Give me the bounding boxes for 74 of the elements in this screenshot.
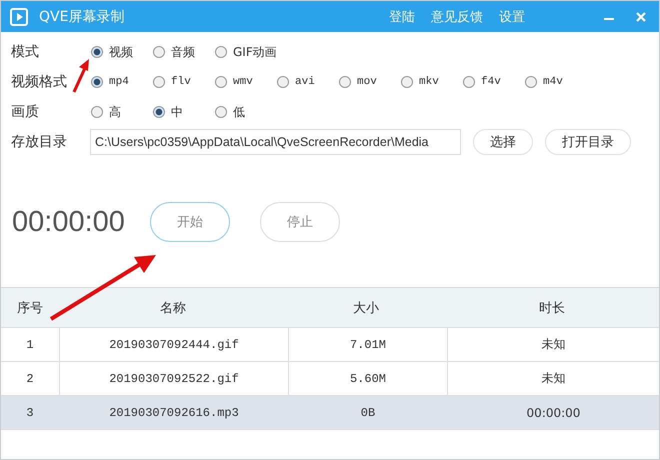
radio-button[interactable] <box>215 76 227 88</box>
radio-button[interactable] <box>91 76 103 88</box>
column-header: 名称 <box>159 300 187 318</box>
radio-option[interactable]: 高 <box>91 104 153 120</box>
table-cell: 20190307092522.gif <box>60 362 289 395</box>
table-cell-text: 0B <box>360 404 376 422</box>
record-button[interactable]: 开始 <box>150 202 230 242</box>
table-cell-text: 20190307092616.mp3 <box>108 404 240 422</box>
radio-option[interactable]: GIF动画 <box>215 44 277 60</box>
table-cell: 5.60M <box>289 362 448 395</box>
radio-option[interactable]: 低 <box>215 104 277 120</box>
option-label: flv <box>171 76 191 88</box>
option-label: 高 <box>109 104 121 120</box>
radio-option[interactable]: mkv <box>401 76 463 88</box>
radio-button[interactable] <box>153 106 165 118</box>
radio-option[interactable]: 音频 <box>153 44 215 60</box>
option-label: f4v <box>481 76 501 88</box>
table-row[interactable]: 1 20190307092444.gif 7.01M 未知 <box>1 328 659 362</box>
radio-button[interactable] <box>277 76 289 88</box>
radio-option[interactable]: f4v <box>463 76 525 88</box>
table-cell-text: 未知 <box>540 336 566 353</box>
table-row[interactable]: 3 20190307092616.mp3 0B 00:00:00 <box>1 396 659 430</box>
table-cell: 7.01M <box>289 328 448 361</box>
option-label: 中 <box>171 104 183 120</box>
table-cell: 20190307092444.gif <box>60 328 289 361</box>
radio-option[interactable]: 中 <box>153 104 215 120</box>
radio-option[interactable]: 视频 <box>91 44 153 60</box>
setting-label: 视频格式 <box>11 73 68 91</box>
radio-button[interactable] <box>339 76 351 88</box>
option-label: m4v <box>543 76 563 88</box>
column-header: 时长 <box>538 300 566 318</box>
arrow-icon <box>71 58 91 94</box>
option-label: wmv <box>233 76 253 88</box>
folder-button[interactable]: 打开目录 <box>545 129 631 155</box>
close-icon[interactable] <box>635 10 647 22</box>
folder-button[interactable]: 选择 <box>473 129 533 155</box>
radio-button[interactable] <box>91 46 103 58</box>
radio-option[interactable]: mp4 <box>91 76 153 88</box>
radio-option[interactable]: m4v <box>525 76 563 88</box>
radio-button[interactable] <box>463 76 475 88</box>
option-label: mp4 <box>109 76 129 88</box>
play-logo-icon <box>10 8 28 26</box>
option-label: avi <box>295 76 315 88</box>
table-cell-text: 00:00:00 <box>526 404 582 422</box>
setting-label: 画质 <box>11 103 40 121</box>
option-label: mkv <box>419 76 439 88</box>
setting-label: 存放目录 <box>11 133 68 151</box>
radio-button[interactable] <box>525 76 537 88</box>
column-header: 大小 <box>352 300 380 318</box>
option-label: 低 <box>233 104 245 120</box>
radio-option[interactable]: wmv <box>215 76 277 88</box>
table-cell: 2 <box>1 362 60 395</box>
record-button[interactable]: 停止 <box>260 202 340 242</box>
setting-label: 模式 <box>11 43 40 61</box>
timer: 00:00:00 <box>12 206 126 238</box>
table-cell-text: 3 <box>25 404 35 422</box>
radio-button[interactable] <box>153 76 165 88</box>
radio-option[interactable]: avi <box>277 76 339 88</box>
radio-button[interactable] <box>91 106 103 118</box>
option-label: 音频 <box>171 44 195 60</box>
table-cell-text: 未知 <box>540 370 566 387</box>
radio-option[interactable]: flv <box>153 76 215 88</box>
option-label: mov <box>357 76 377 88</box>
radio-button[interactable] <box>215 46 227 58</box>
radio-button[interactable] <box>401 76 413 88</box>
option-label: GIF动画 <box>233 44 277 60</box>
path-field[interactable]: C:\Users\pc0359\AppData\Local\QveScreenRecorder\Media <box>90 129 461 155</box>
radio-button[interactable] <box>215 106 227 118</box>
radio-option[interactable]: mov <box>339 76 401 88</box>
radio-button[interactable] <box>153 46 165 58</box>
window-title: QVE屏幕录制 <box>39 8 124 26</box>
column-header: 序号 <box>16 300 44 318</box>
option-label: 视频 <box>109 44 133 60</box>
table-cell: 1 <box>1 328 60 361</box>
